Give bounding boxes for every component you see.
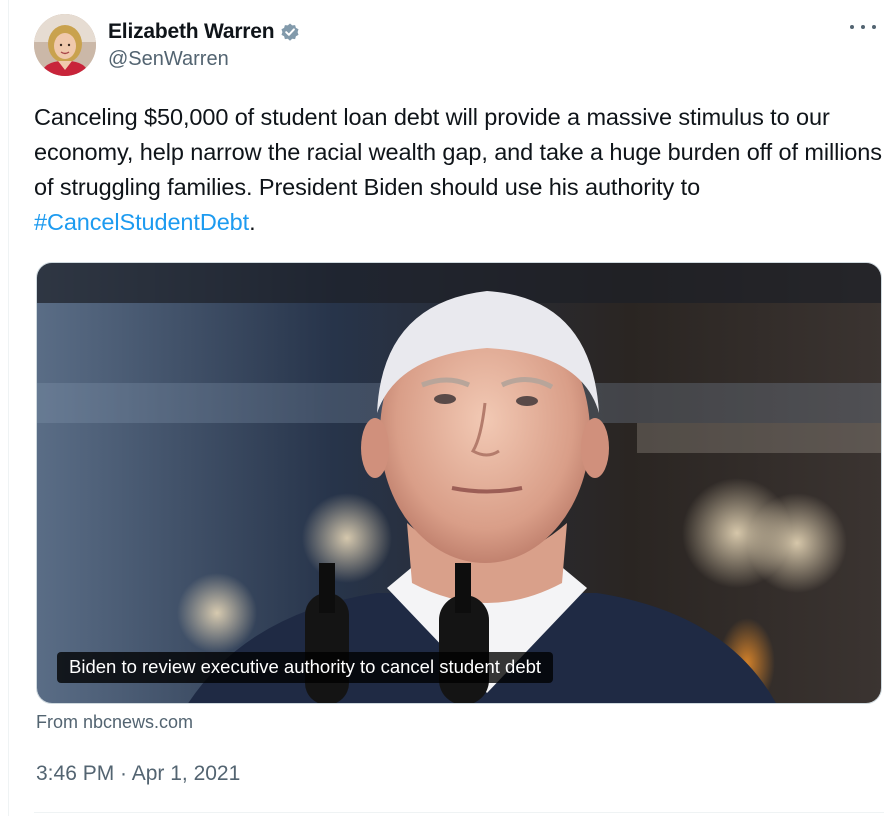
author-names: Elizabeth Warren @SenWarren (108, 18, 301, 71)
tweet-timestamp[interactable]: 3:46 PM · Apr 1, 2021 (36, 762, 240, 786)
verified-badge-icon[interactable] (279, 21, 301, 43)
name-row: Elizabeth Warren (108, 18, 301, 46)
link-source[interactable]: From nbcnews.com (36, 712, 193, 733)
card-title: Biden to review executive authority to c… (57, 652, 554, 683)
handle[interactable]: @SenWarren (108, 48, 301, 71)
tweet-header: Elizabeth Warren @SenWarren (34, 14, 884, 84)
avatar-image (34, 14, 96, 76)
tweet-text-end: . (249, 209, 256, 235)
tweet-text: Canceling $50,000 of student loan debt w… (34, 100, 882, 240)
more-horizontal-icon[interactable] (850, 20, 876, 34)
avatar[interactable] (34, 14, 96, 76)
more-dot (872, 25, 876, 29)
timeline-divider (8, 0, 9, 816)
tweet-page: Elizabeth Warren @SenWarren Canceling $5… (0, 0, 884, 816)
tweet-divider (34, 812, 884, 813)
link-preview-card[interactable]: Biden to review executive authority to c… (36, 262, 882, 704)
display-name[interactable]: Elizabeth Warren (108, 20, 275, 44)
card-image (37, 263, 881, 703)
tweet-text-body: Canceling $50,000 of student loan debt w… (34, 104, 882, 200)
tweet: Elizabeth Warren @SenWarren Canceling $5… (34, 14, 884, 785)
hashtag-link[interactable]: #CancelStudentDebt (34, 209, 249, 235)
more-dot (861, 25, 865, 29)
more-dot (850, 25, 854, 29)
